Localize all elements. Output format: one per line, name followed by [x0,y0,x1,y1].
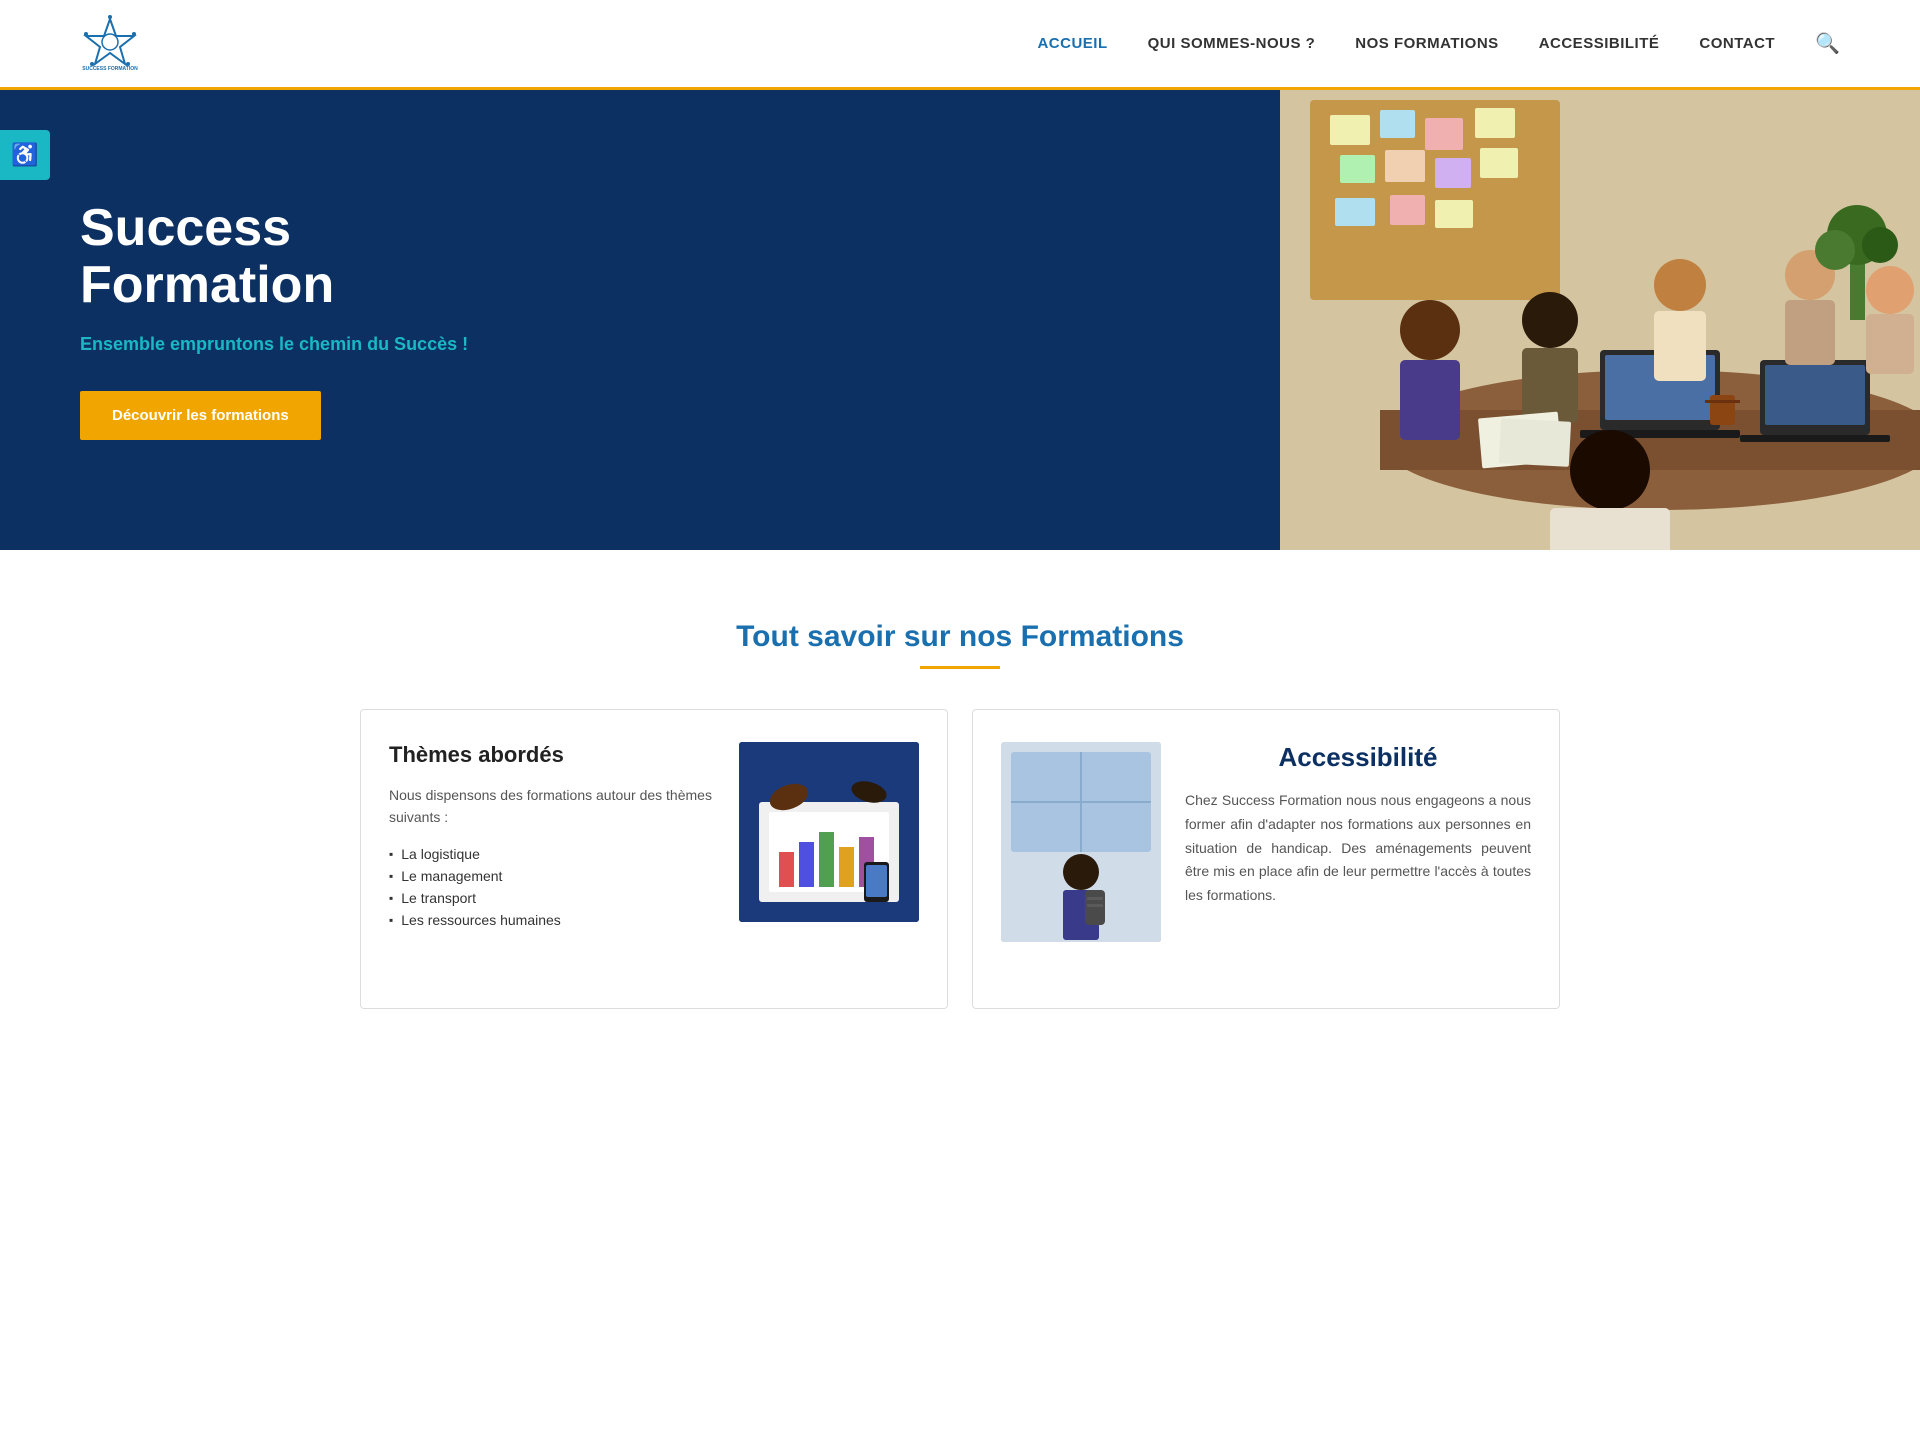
nav-contact[interactable]: CONTACT [1699,35,1775,52]
logo-area: SUCCESS FORMATION [80,14,140,74]
list-item: Le management [389,865,715,887]
main-nav: ACCUEIL QUI SOMMES-NOUS ? NOS FORMATIONS… [1037,31,1840,56]
hero-section: Success Formation Ensemble empruntons le… [0,90,1920,550]
list-item: La logistique [389,843,715,865]
nav-nos-formations[interactable]: NOS FORMATIONS [1355,35,1498,52]
card-themes: Thèmes abordés Nous dispensons des forma… [360,709,948,1009]
hero-image [1280,90,1920,550]
nav-accueil[interactable]: ACCUEIL [1037,35,1107,52]
card-themes-description: Nous dispensons des formations autour de… [389,784,715,829]
hero-meeting-svg [1280,90,1920,550]
accessibility-button[interactable]: ♿ [0,130,50,180]
list-item: Le transport [389,887,715,909]
cta-button[interactable]: Découvrir les formations [80,391,321,440]
logo-icon: SUCCESS FORMATION [80,14,140,74]
card-accessibility-text: Accessibilité Chez Success Formation nou… [1185,742,1531,908]
formations-title: Tout savoir sur nos Formations [80,620,1840,654]
list-item: Les ressources humaines [389,909,715,931]
hero-content: Success Formation Ensemble empruntons le… [0,140,600,500]
search-button[interactable]: 🔍 [1815,31,1840,56]
card-themes-text: Thèmes abordés Nous dispensons des forma… [389,742,715,931]
cards-row: Thèmes abordés Nous dispensons des forma… [360,709,1560,1009]
accessibility-icon: ♿ [11,142,38,168]
card-accessibility-title: Accessibilité [1185,742,1531,773]
nav-qui-sommes-nous[interactable]: QUI SOMMES-NOUS ? [1148,35,1316,52]
site-header: SUCCESS FORMATION ACCUEIL QUI SOMMES-NOU… [0,0,1920,90]
card-themes-title: Thèmes abordés [389,742,715,768]
title-underline [920,666,1000,669]
formations-section: Tout savoir sur nos Formations Thèmes ab… [0,550,1920,1049]
hero-title: Success Formation [80,200,520,314]
card-accessibility: Accessibilité Chez Success Formation nou… [972,709,1560,1009]
card-themes-list: La logistique Le management Le transport… [389,843,715,931]
card-accessibility-image [1001,742,1161,942]
nav-accessibilite[interactable]: ACCESSIBILITÉ [1539,35,1660,52]
card-accessibility-body: Chez Success Formation nous nous engageo… [1185,789,1531,908]
hero-subtitle: Ensemble empruntons le chemin du Succès … [80,334,520,355]
svg-text:SUCCESS FORMATION: SUCCESS FORMATION [82,66,138,72]
search-icon: 🔍 [1815,33,1840,55]
card-themes-image [739,742,919,922]
